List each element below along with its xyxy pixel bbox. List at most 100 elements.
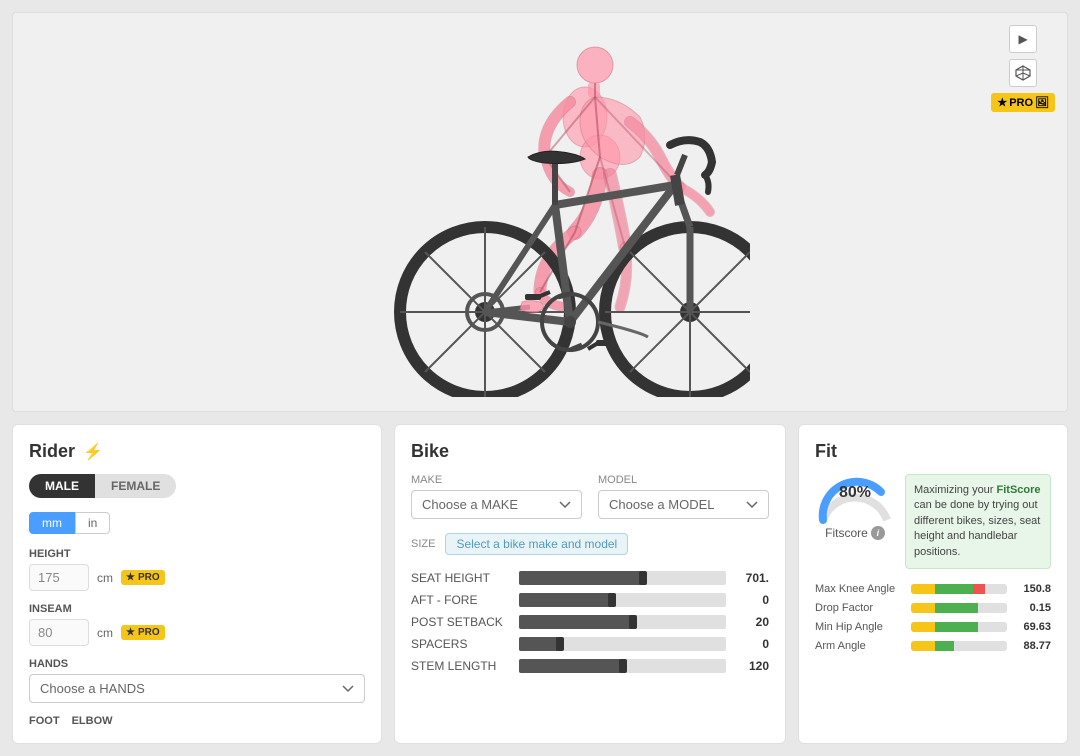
measure-name-1: AFT - FORE	[411, 593, 511, 607]
metric-bar-3	[911, 641, 1007, 651]
lightning-icon: ⚡	[83, 442, 103, 462]
star-icon-small2: ★	[126, 627, 135, 638]
hands-select[interactable]: Choose a HANDS	[29, 674, 365, 703]
height-input[interactable]	[29, 564, 89, 591]
fit-metrics: Max Knee Angle 150.8 Drop Factor 0.15 Mi…	[815, 583, 1051, 652]
info-icon[interactable]: i	[871, 526, 885, 540]
star-icon: ★	[997, 96, 1007, 109]
make-select[interactable]: Choose a MAKE	[411, 490, 582, 519]
viz-controls: ▶ ★ PRO 🖼	[991, 25, 1055, 112]
bike-title: Bike	[411, 441, 769, 462]
bottom-panels: Rider ⚡ MALE FEMALE mm in HEIGHT cm ★ PR…	[12, 424, 1068, 744]
metric-bar-1	[911, 603, 1007, 613]
size-hint: Select a bike make and model	[445, 533, 628, 555]
bike-measure-row: STEM LENGTH 120	[411, 659, 769, 673]
elbow-group: ELBOW	[72, 715, 113, 727]
bike-panel: Bike MAKE Choose a MAKE MODEL Choose a M…	[394, 424, 786, 744]
gauge-percent: 80%	[839, 484, 871, 502]
measure-value-3: 0	[734, 637, 769, 651]
model-label: MODEL	[598, 474, 769, 486]
pro-text: PRO	[138, 572, 160, 583]
size-row: SIZE Select a bike make and model	[411, 533, 769, 555]
hands-group: HANDS Choose a HANDS	[29, 658, 365, 703]
height-pro-badge: ★ PRO	[121, 570, 165, 585]
measure-slider-4[interactable]	[519, 659, 726, 673]
inseam-unit: cm	[97, 626, 113, 640]
size-label: SIZE	[411, 538, 435, 550]
foot-group: FOOT	[29, 715, 60, 727]
fitscore-gauge: 80% Fitscore i	[815, 474, 895, 569]
fit-title: Fit	[815, 441, 1051, 462]
inseam-input[interactable]	[29, 619, 89, 646]
foot-elbow-row: FOOT ELBOW	[29, 715, 365, 727]
metric-value-3: 88.77	[1013, 640, 1051, 652]
fitscore-tip: Maximizing your FitScore can be done by …	[905, 474, 1051, 569]
measure-name-2: POST SETBACK	[411, 615, 511, 629]
female-button[interactable]: FEMALE	[95, 474, 176, 498]
height-group: HEIGHT cm ★ PRO	[29, 548, 365, 591]
inseam-group: INSEAM cm ★ PRO	[29, 603, 365, 646]
fitscore-label: Fitscore i	[825, 526, 885, 540]
cube-button[interactable]	[1009, 59, 1037, 87]
bike-rider-image	[13, 13, 1067, 411]
height-unit: cm	[97, 571, 113, 585]
tip-rest: can be done by trying out different bike…	[914, 499, 1040, 557]
hands-label: HANDS	[29, 658, 365, 670]
rider-title: Rider ⚡	[29, 441, 365, 462]
gauge-wrap: 80%	[815, 474, 895, 524]
measure-name-0: SEAT HEIGHT	[411, 571, 511, 585]
bike-measure-row: SEAT HEIGHT 701.	[411, 571, 769, 585]
metric-bar-2	[911, 622, 1007, 632]
fit-metric-row: Max Knee Angle 150.8	[815, 583, 1051, 595]
measure-value-4: 120	[734, 659, 769, 673]
metric-name-2: Min Hip Angle	[815, 621, 905, 633]
make-col: MAKE Choose a MAKE	[411, 474, 582, 519]
gender-toggle: MALE FEMALE	[29, 474, 365, 498]
fit-title-text: Fit	[815, 441, 837, 462]
metric-name-0: Max Knee Angle	[815, 583, 905, 595]
fit-metric-row: Min Hip Angle 69.63	[815, 621, 1051, 633]
measure-slider-0[interactable]	[519, 571, 726, 585]
mm-button[interactable]: mm	[29, 512, 75, 534]
rider-panel: Rider ⚡ MALE FEMALE mm in HEIGHT cm ★ PR…	[12, 424, 382, 744]
metric-name-1: Drop Factor	[815, 602, 905, 614]
image-icon: 🖼	[1035, 96, 1049, 109]
fit-panel: Fit 80% Fitscore i M	[798, 424, 1068, 744]
in-button[interactable]: in	[75, 512, 110, 534]
pro-image-button[interactable]: ★ PRO 🖼	[991, 93, 1055, 112]
male-button[interactable]: MALE	[29, 474, 95, 498]
inseam-pro-badge: ★ PRO	[121, 625, 165, 640]
measure-name-4: STEM LENGTH	[411, 659, 511, 673]
metric-name-3: Arm Angle	[815, 640, 905, 652]
bike-title-text: Bike	[411, 441, 449, 462]
measure-name-3: SPACERS	[411, 637, 511, 651]
bike-measure-row: AFT - FORE 0	[411, 593, 769, 607]
metric-value-0: 150.8	[1013, 583, 1051, 595]
metric-value-1: 0.15	[1013, 602, 1051, 614]
height-label: HEIGHT	[29, 548, 365, 560]
pro-text2: PRO	[138, 627, 160, 638]
model-select[interactable]: Choose a MODEL	[598, 490, 769, 519]
height-row: cm ★ PRO	[29, 564, 365, 591]
measure-slider-3[interactable]	[519, 637, 726, 651]
bike-measure-row: SPACERS 0	[411, 637, 769, 651]
make-label: MAKE	[411, 474, 582, 486]
play-button[interactable]: ▶	[1009, 25, 1037, 53]
model-col: MODEL Choose a MODEL	[598, 474, 769, 519]
fitscore-container: 80% Fitscore i Maximizing your FitScore …	[815, 474, 1051, 569]
measure-slider-1[interactable]	[519, 593, 726, 607]
star-icon-small: ★	[126, 572, 135, 583]
tip-brand: FitScore	[997, 484, 1041, 496]
measure-slider-2[interactable]	[519, 615, 726, 629]
measure-value-0: 701.	[734, 571, 769, 585]
measure-value-1: 0	[734, 593, 769, 607]
inseam-row: cm ★ PRO	[29, 619, 365, 646]
bike-measurements: SEAT HEIGHT 701. AFT - FORE 0 POST SETBA…	[411, 571, 769, 673]
metric-bar-0	[911, 584, 1007, 594]
fit-metric-row: Drop Factor 0.15	[815, 602, 1051, 614]
fit-metric-row: Arm Angle 88.77	[815, 640, 1051, 652]
rider-title-text: Rider	[29, 441, 75, 462]
elbow-label: ELBOW	[72, 715, 113, 727]
pro-label: PRO	[1009, 97, 1033, 109]
tip-text: Maximizing your	[914, 484, 997, 496]
